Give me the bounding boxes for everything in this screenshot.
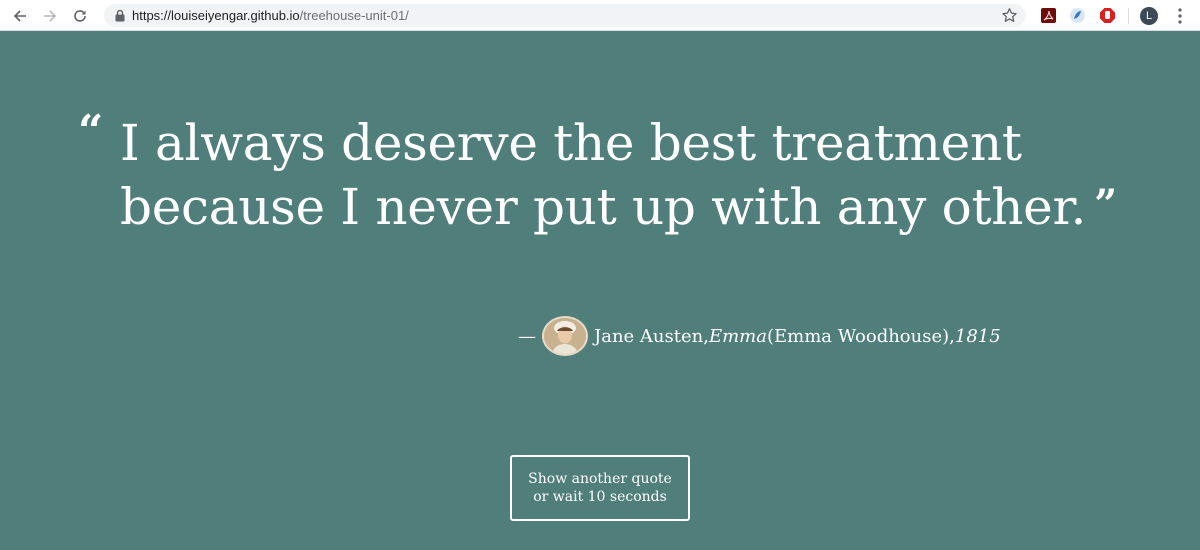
button-label-line1: Show another quote [528,471,672,487]
star-icon[interactable] [1001,7,1018,24]
url-text[interactable]: https://louiseiyengar.github.io/treehous… [132,4,409,27]
reload-button[interactable] [70,6,90,26]
back-button[interactable] [10,6,30,26]
toolbar-separator [1128,8,1129,24]
opening-quote-mark: “ [78,106,104,157]
closing-quote-mark: ” [1094,181,1117,228]
arrow-left-icon [13,10,26,22]
author-portrait [542,316,588,356]
publication-year: 1815 [954,325,1001,347]
work-title: Emma [708,325,767,347]
url-host: https://louiseiyengar.github.io [132,8,300,23]
lock-icon [115,9,125,22]
url-path: /treehouse-unit-01/ [299,8,409,23]
author-name: Jane Austen [594,325,704,347]
quote-attribution: — Jane Austen, Emma (Emma Woodhouse), 18… [518,315,1001,357]
forward-button[interactable] [40,6,60,26]
show-another-quote-button[interactable]: Show another quote or wait 10 seconds [510,455,690,521]
attribution-dash: — [518,325,536,347]
reload-icon [74,10,86,22]
arrow-right-icon [44,10,57,22]
adblock-stop-icon[interactable] [1099,7,1116,24]
blue-extension-icon[interactable] [1069,7,1086,24]
button-label-line2: or wait 10 seconds [533,489,667,505]
quote-text: I always deserve the best treatment beca… [120,114,1087,236]
character-name: (Emma Woodhouse), [766,325,955,347]
quote-block: I always deserve the best treatment beca… [120,112,1120,238]
browser-toolbar: https://louiseiyengar.github.io/treehous… [0,0,1200,31]
three-dots-menu-icon[interactable] [1172,7,1188,25]
profile-avatar[interactable]: L [1140,7,1158,25]
adobe-pdf-icon[interactable] [1040,7,1057,24]
address-bar[interactable]: https://louiseiyengar.github.io/treehous… [104,4,1026,27]
